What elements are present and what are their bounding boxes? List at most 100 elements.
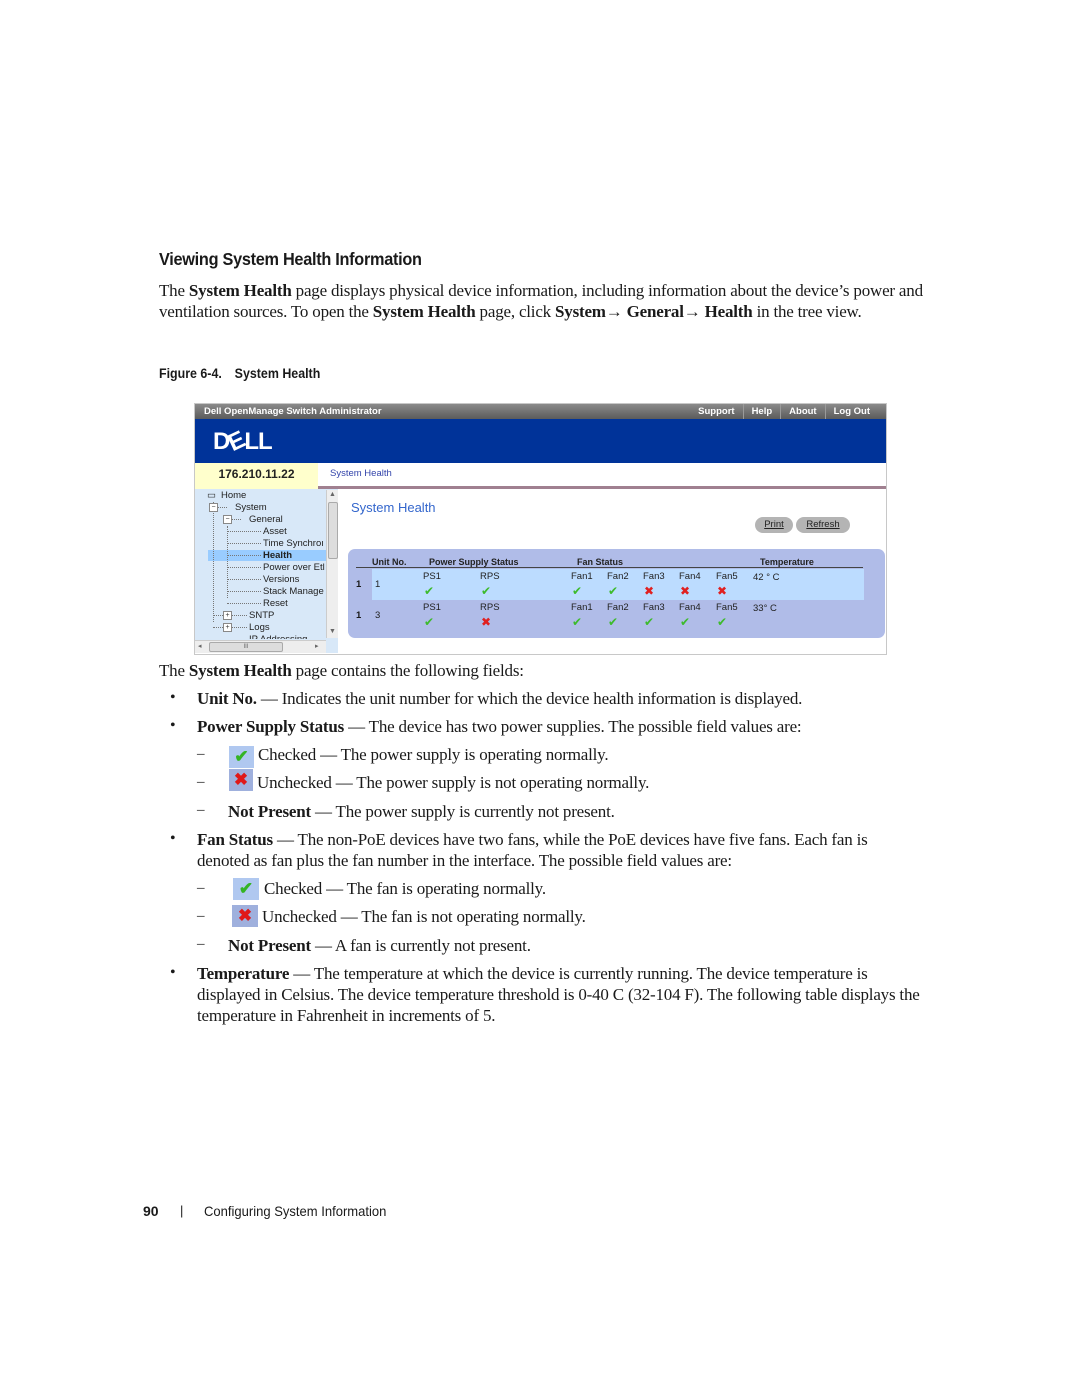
table-row: 3 PS1 ✔ RPS ✖ Fan1 ✔ Fan2 ✔ Fan3 ✔ Fan4 ✔ Fan5 ✔ 33° C [372,600,864,631]
check-icon: ✔ [572,584,583,598]
tree-connector [227,543,261,544]
logout-link[interactable]: Log Out [824,404,878,419]
check-icon: ✔ [680,615,691,629]
tree-item-stack-management[interactable]: Stack Manage [263,586,324,597]
bullet: • [170,717,176,734]
power-supply-label: PS1 [423,602,441,613]
top-links: Support Help About Log Out [690,404,878,419]
cross-icon: ✖ [717,584,728,598]
check-icon: ✔ [481,584,492,598]
cross-icon: ✖ [644,584,655,598]
field-unit-no: Unit No. — Indicates the unit number for… [197,689,803,708]
check-icon: ✔ [608,615,619,629]
tree-item-ip-addressing[interactable]: IP Addressing [249,634,307,639]
power-supply-label: PS1 [423,571,441,582]
power-value-checked: Checked — The power supply is operating … [258,745,609,764]
tree-connector [227,603,261,604]
tree-connector [213,502,214,622]
tree-item-versions[interactable]: Versions [263,574,299,585]
bullet: • [170,964,176,981]
collapse-icon[interactable]: − [223,515,232,524]
tree-item-poe[interactable]: Power over Etl [263,562,325,573]
support-link[interactable]: Support [690,404,742,419]
intro-paragraph: The System Health page displays physical… [159,281,923,321]
fan-value-checked: Checked — The fan is operating normally. [264,879,546,898]
app-title: Dell OpenManage Switch Administrator [204,406,382,417]
scroll-down-icon[interactable]: ▼ [329,628,336,635]
help-link[interactable]: Help [742,404,781,419]
field-fan-status: Fan Status — The non-PoE devices have tw… [197,830,868,870]
health-table: Unit No. Power Supply Status Fan Status … [348,549,885,638]
expand-icon[interactable]: + [223,611,232,620]
check-icon: ✔ [572,615,583,629]
table-row: 1 PS1 ✔ RPS ✔ Fan1 ✔ Fan2 ✔ Fan3 ✖ Fan4 ✖ Fan5 ✖ 42 ° C [372,569,864,600]
dell-logo: DELL [213,426,273,457]
scroll-right-icon[interactable]: ▸ [315,642,319,650]
tree-item-asset[interactable]: Asset [263,526,287,537]
print-button[interactable]: Print [755,517,793,533]
system-health-screenshot: Dell OpenManage Switch Administrator Sup… [194,403,887,655]
brand-banner: DELL [195,419,886,463]
fan-label: Fan5 [716,571,738,582]
tree-item-general[interactable]: General [249,514,283,525]
scroll-left-icon[interactable]: ◂ [198,642,202,650]
fan-label: Fan3 [643,571,665,582]
fan-value-not-present: Not Present — A fan is currently not pre… [228,936,531,955]
refresh-button[interactable]: Refresh [796,517,850,533]
cross-icon: ✖ [481,615,492,629]
dash: – [197,936,205,952]
expand-icon[interactable]: + [223,623,232,632]
power-value-not-present: Not Present — The power supply is curren… [228,802,615,821]
fan-label: Fan2 [607,571,629,582]
dash: – [197,746,205,762]
tree-item-system[interactable]: System [235,502,267,513]
tree-item-time-sync[interactable]: Time Synchroı [263,538,324,549]
check-icon: ✔ [608,584,619,598]
check-icon: ✔ [233,878,259,900]
collapse-icon[interactable]: − [209,503,218,512]
home-icon: ▭ [207,490,216,501]
tree-vertical-scrollbar[interactable]: ▲ ▼ [326,490,338,638]
temperature-value: 42 ° C [753,572,780,583]
cross-icon: ✖ [229,769,253,791]
check-icon: ✔ [424,584,435,598]
horizontal-scroll-thumb[interactable]: III [209,642,283,652]
vertical-scroll-thumb[interactable] [328,502,338,559]
dash: – [197,802,205,818]
tree-item-home[interactable]: Home [221,490,246,501]
table-header: Unit No. Power Supply Status Fan Status … [356,557,863,568]
tree-item-health[interactable]: Health [263,550,292,561]
fan-label: Fan1 [571,602,593,613]
fan-value-unchecked: Unchecked — The fan is not operating nor… [262,907,586,926]
power-supply-label: RPS [480,602,500,613]
about-link[interactable]: About [780,404,824,419]
tree-connector [227,579,261,580]
tree-item-logs[interactable]: Logs [249,622,270,633]
figure-title: System Health [234,366,321,381]
dash: – [197,908,205,924]
fan-label: Fan4 [679,571,701,582]
device-ip: 176.210.11.22 [195,463,318,489]
power-value-unchecked: Unchecked — The power supply is not oper… [257,773,650,792]
header-temperature: Temperature [760,557,814,567]
check-icon: ✔ [229,746,254,768]
check-icon: ✔ [717,615,728,629]
tree-connector [227,591,261,592]
check-icon: ✔ [644,615,655,629]
tree-item-reset[interactable]: Reset [263,598,288,609]
chapter-title: Configuring System Information [204,1203,387,1219]
fan-label: Fan4 [679,602,701,613]
tree-item-sntp[interactable]: SNTP [249,610,274,621]
field-power-supply-status: Power Supply Status — The device has two… [197,717,802,736]
tree-horizontal-scrollbar[interactable]: ◂ III ▸ [195,640,326,653]
power-supply-label: RPS [480,571,500,582]
field-temperature: Temperature — The temperature at which t… [197,964,920,1025]
tree-connector [227,531,261,532]
app-title-bar: Dell OpenManage Switch Administrator Sup… [195,404,886,419]
scroll-up-icon[interactable]: ▲ [329,491,336,498]
section-title: Viewing System Health Information [159,249,422,269]
figure-caption: Figure 6-4. System Health [159,366,320,381]
dash: – [197,880,205,896]
page-title: System Health [351,500,436,515]
unit-number: 1 [375,579,381,590]
